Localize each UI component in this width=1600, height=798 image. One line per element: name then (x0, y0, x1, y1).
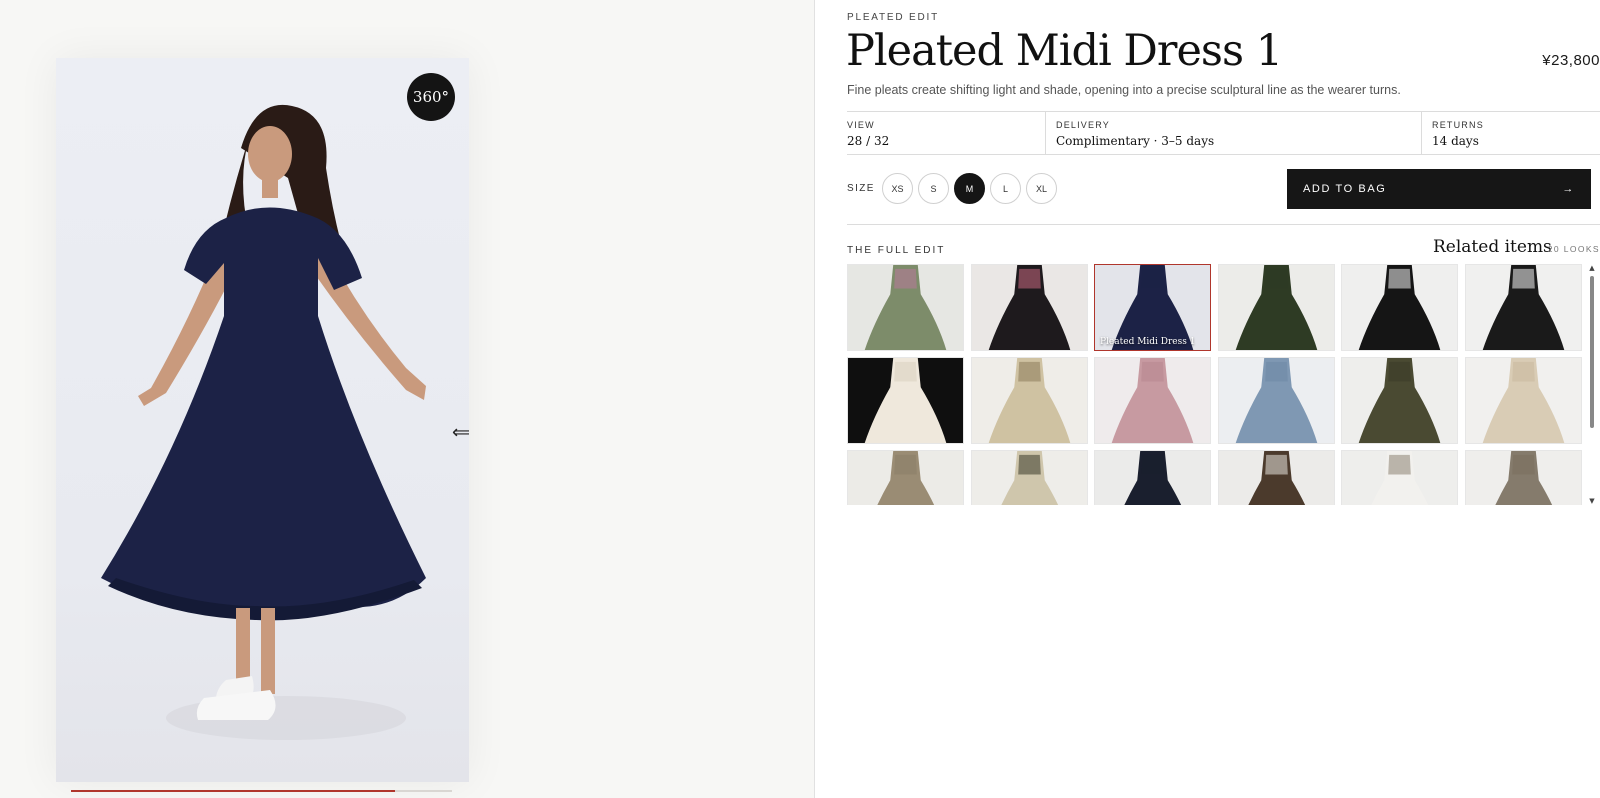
related-item-tile[interactable] (847, 264, 964, 351)
related-item-tile[interactable] (1464, 357, 1582, 444)
cream-suit-icon (1465, 358, 1581, 443)
product-title: Pleated Midi Dress 1 (846, 26, 1283, 76)
navy-suit-icon (1095, 451, 1210, 505)
info-view-value: 28 / 32 (847, 134, 890, 148)
collection-eyebrow: PLEATED EDIT (847, 12, 939, 23)
related-items-grid: Pleated Midi Dress 1 (847, 264, 1587, 505)
black-floral-dress-icon (971, 265, 1087, 350)
info-returns: RETURNS 14 days (1421, 112, 1600, 154)
related-item-tile[interactable] (1464, 264, 1582, 351)
selected-tile-caption: Pleated Midi Dress 1 (1100, 337, 1196, 347)
size-option-s[interactable]: S (918, 173, 949, 204)
size-option-xs[interactable]: XS (882, 173, 913, 204)
model-image (101, 104, 426, 740)
pink-tulle-gown-icon (1095, 358, 1210, 443)
info-returns-value: 14 days (1432, 134, 1479, 148)
product-viewer-panel: 360° ⟺ (0, 0, 814, 798)
related-item-tile[interactable] (1217, 450, 1335, 505)
related-item-tile[interactable] (1464, 450, 1582, 505)
size-option-l[interactable]: L (990, 173, 1021, 204)
size-label: SIZE (847, 183, 875, 194)
size-selector: XS S M L XL (882, 173, 1057, 204)
black-skirt-white-blouse-icon (1465, 265, 1581, 350)
black-tiered-skirt-icon (1342, 265, 1457, 350)
add-to-bag-button[interactable]: ADD TO BAG → (1287, 169, 1591, 209)
product-description: Fine pleats create shifting light and sh… (847, 83, 1401, 97)
related-item-tile[interactable] (847, 450, 964, 505)
info-returns-label: RETURNS (1432, 120, 1484, 130)
brown-blazer-icon (1218, 451, 1334, 505)
full-edit-label: THE FULL EDIT (847, 245, 946, 256)
size-option-m[interactable]: M (954, 173, 985, 204)
info-delivery-value: Complimentary · 3–5 days (1056, 134, 1215, 148)
rotation-progress-fill (71, 790, 395, 792)
scroll-down-arrow-icon[interactable]: ▼ (1588, 497, 1596, 505)
related-item-tile[interactable] (1217, 264, 1335, 351)
related-item-tile[interactable] (1341, 264, 1458, 351)
section-divider (847, 224, 1600, 225)
related-item-tile[interactable] (1341, 450, 1458, 505)
related-items-scroll-area[interactable]: Pleated Midi Dress 1 (847, 264, 1587, 505)
info-delivery-label: DELIVERY (1056, 120, 1110, 130)
product-info-row: VIEW 28 / 32 DELIVERY Complimentary · 3–… (847, 111, 1600, 155)
scrollbar-thumb[interactable] (1590, 276, 1594, 428)
related-item-tile[interactable] (970, 450, 1088, 505)
size-option-xl[interactable]: XL (1026, 173, 1057, 204)
khaki-set-icon (848, 451, 963, 505)
floral-green-maxi-dress-icon (848, 265, 963, 350)
product-price: ¥23,800 (1542, 52, 1600, 69)
white-tiered-skirt-icon (848, 358, 963, 443)
related-item-tile[interactable] (847, 357, 964, 444)
related-item-tile[interactable] (1341, 357, 1458, 444)
taupe-sweater-icon (1465, 451, 1581, 505)
rotation-progress-track[interactable] (71, 790, 452, 792)
related-item-tile[interactable] (1094, 357, 1211, 444)
related-item-tile[interactable] (970, 357, 1088, 444)
varsity-jersey-icon (971, 451, 1087, 505)
related-item-tile[interactable] (1217, 357, 1335, 444)
related-item-tile[interactable] (1094, 450, 1211, 505)
looks-count: 20 LOOKS (1547, 244, 1600, 254)
product-360-viewer[interactable]: 360° ⟺ (56, 58, 469, 782)
related-scrollbar[interactable]: ▲ ▼ (1588, 264, 1596, 505)
dark-green-dress-icon (1218, 265, 1334, 350)
rotate-360-button[interactable]: 360° (407, 73, 455, 121)
related-item-tile[interactable] (970, 264, 1088, 351)
add-to-bag-label: ADD TO BAG (1303, 183, 1387, 195)
product-details-panel: PLEATED EDIT Pleated Midi Dress 1 ¥23,80… (815, 0, 1600, 798)
scroll-up-arrow-icon[interactable]: ▲ (1588, 264, 1596, 272)
info-view-label: VIEW (847, 120, 875, 130)
info-delivery: DELIVERY Complimentary · 3–5 days (1045, 112, 1421, 154)
olive-suit-icon (1342, 358, 1457, 443)
beige-lace-skirt-icon (971, 358, 1087, 443)
related-item-tile[interactable]: Pleated Midi Dress 1 (1094, 264, 1211, 351)
white-tee-taupe-trousers-icon (1342, 451, 1457, 505)
info-view: VIEW 28 / 32 (847, 112, 1045, 154)
arrow-right-icon: → (1562, 183, 1575, 195)
blue-tulle-gown-icon (1218, 358, 1334, 443)
horizontal-drag-cursor-icon: ⟺ (452, 422, 469, 443)
related-items-title: Related items (1433, 237, 1552, 257)
